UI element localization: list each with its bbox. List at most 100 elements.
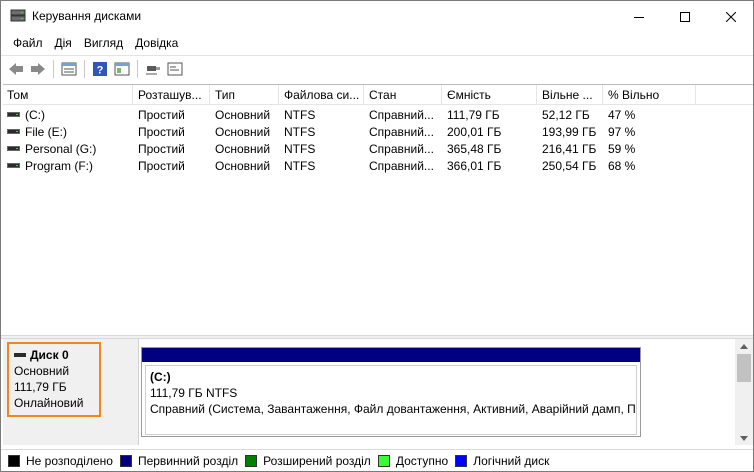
cell-percent-free: 47 % bbox=[608, 108, 636, 122]
partition-type-bar bbox=[142, 348, 640, 362]
legend-swatch bbox=[245, 454, 258, 467]
partition-details: (C:) 111,79 ГБ NTFS Справний (Система, З… bbox=[145, 365, 637, 435]
cell-volume: (C:) bbox=[3, 107, 133, 124]
close-icon bbox=[726, 11, 736, 22]
volume-name: Personal (G:) bbox=[25, 142, 97, 156]
legend-bar: Не розподілено Первинний розділ Розширен… bbox=[1, 449, 753, 471]
legend-swatch bbox=[119, 454, 132, 467]
console-button[interactable] bbox=[164, 58, 186, 80]
volume-list: Том Розташув... Тип Файлова си... Стан Є… bbox=[3, 84, 753, 334]
title-bar: Керування дисками bbox=[1, 1, 753, 32]
cell-capacity: 111,79 ГБ bbox=[447, 108, 500, 122]
forward-button[interactable] bbox=[27, 58, 49, 80]
cell-status: Справний... bbox=[369, 159, 434, 173]
column-header-type[interactable]: Тип bbox=[211, 85, 279, 105]
view-button[interactable] bbox=[111, 58, 133, 80]
chevron-up-icon bbox=[740, 343, 748, 349]
back-icon bbox=[9, 62, 23, 75]
connect-button[interactable] bbox=[142, 58, 164, 80]
toolbar-separator bbox=[137, 59, 138, 78]
cell-type: Основний bbox=[215, 142, 271, 156]
column-header-volume[interactable]: Том bbox=[3, 85, 133, 105]
column-header-percent-free[interactable]: % Вільно bbox=[604, 85, 696, 105]
volume-list-header: Том Розташув... Тип Файлова си... Стан Є… bbox=[3, 85, 753, 105]
cell-percent-free: 97 % bbox=[608, 125, 636, 139]
cell-file-system: NTFS bbox=[284, 159, 316, 173]
cell-free-space: 193,99 ГБ bbox=[542, 125, 597, 139]
column-header-layout[interactable]: Розташув... bbox=[134, 85, 210, 105]
minimize-icon bbox=[634, 16, 644, 18]
disk-size: 111,79 ГБ bbox=[14, 380, 67, 394]
menu-bar: Файл Дія Вигляд Довідка bbox=[1, 32, 753, 54]
menu-view[interactable]: Вигляд bbox=[78, 33, 129, 53]
scroll-down-button[interactable] bbox=[735, 431, 753, 445]
volume-name: File (E:) bbox=[25, 125, 67, 139]
cell-layout: Простий bbox=[138, 108, 185, 122]
legend-item-free: Доступно bbox=[377, 453, 449, 468]
partition-block[interactable]: (C:) 111,79 ГБ NTFS Справний (Система, З… bbox=[141, 347, 641, 437]
close-button[interactable] bbox=[708, 1, 753, 32]
column-header-file-system[interactable]: Файлова си... bbox=[280, 85, 364, 105]
legend-label: Логічний диск bbox=[473, 453, 550, 468]
legend-item-unallocated: Не розподілено bbox=[8, 454, 113, 468]
legend-item-logical: Логічний диск bbox=[455, 454, 549, 468]
back-button[interactable] bbox=[5, 58, 27, 80]
cell-layout: Простий bbox=[138, 142, 185, 156]
legend-label: Доступно bbox=[395, 453, 449, 468]
vertical-scrollbar[interactable] bbox=[735, 339, 753, 445]
toolbar-separator bbox=[53, 59, 54, 78]
legend-item-primary: Первинний розділ bbox=[119, 453, 239, 468]
help-button[interactable]: ? bbox=[89, 58, 111, 80]
cell-volume: File (E:) bbox=[3, 124, 133, 141]
cell-capacity: 200,01 ГБ bbox=[447, 125, 502, 139]
cell-type: Основний bbox=[215, 108, 271, 122]
legend-label: Не розподілено bbox=[26, 453, 113, 468]
legend-swatch bbox=[455, 454, 468, 467]
cell-volume: Program (F:) bbox=[3, 158, 133, 175]
minimize-button[interactable] bbox=[616, 1, 662, 32]
cell-type: Основний bbox=[215, 125, 271, 139]
cell-percent-free: 59 % bbox=[608, 142, 636, 156]
chevron-down-icon bbox=[740, 435, 748, 441]
cell-layout: Простий bbox=[138, 159, 185, 173]
volume-row[interactable]: Program (F:) Простий Основний NTFS Справ… bbox=[3, 158, 753, 175]
disk-info-panel[interactable]: Диск 0 Основний 111,79 ГБ Онлайновий bbox=[3, 339, 139, 445]
disk-name: Диск 0 bbox=[30, 348, 69, 362]
maximize-icon bbox=[680, 11, 690, 22]
volume-row[interactable]: Personal (G:) Простий Основний NTFS Спра… bbox=[3, 141, 753, 158]
drive-icon bbox=[7, 129, 20, 135]
partition-name: (C:) bbox=[150, 370, 171, 384]
column-header-status[interactable]: Стан bbox=[365, 85, 442, 105]
menu-action[interactable]: Дія bbox=[49, 33, 78, 53]
maximize-button[interactable] bbox=[662, 1, 708, 32]
legend-swatch bbox=[377, 454, 390, 467]
cell-percent-free: 68 % bbox=[608, 159, 636, 173]
disk-management-window: Керування дисками Файл Дія Вигляд Довідк… bbox=[0, 0, 754, 472]
cell-free-space: 52,12 ГБ bbox=[542, 108, 590, 122]
partition-size-fs: 111,79 ГБ NTFS bbox=[150, 386, 238, 400]
cell-free-space: 216,41 ГБ bbox=[542, 142, 597, 156]
properties-icon bbox=[61, 62, 77, 75]
disk-title: Диск 0 bbox=[14, 347, 99, 363]
properties-button[interactable] bbox=[58, 58, 80, 80]
volume-row[interactable]: (C:) Простий Основний NTFS Справний... 1… bbox=[3, 107, 753, 124]
menu-file[interactable]: Файл bbox=[7, 33, 49, 53]
disk-graphical-view: Диск 0 Основний 111,79 ГБ Онлайновий (C:… bbox=[3, 339, 735, 445]
disk-drive-icon bbox=[14, 352, 26, 357]
column-header-free-space[interactable]: Вільне ... bbox=[538, 85, 603, 105]
legend-swatch bbox=[8, 454, 20, 467]
console-icon bbox=[167, 62, 183, 75]
legend-label: Первинний розділ bbox=[137, 453, 239, 468]
forward-icon bbox=[31, 62, 45, 75]
drive-icon bbox=[7, 146, 20, 152]
column-header-capacity[interactable]: Ємність bbox=[443, 85, 537, 105]
menu-help[interactable]: Довідка bbox=[129, 33, 184, 53]
partition-status: Справний (Система, Завантаження, Файл до… bbox=[150, 402, 636, 416]
scrollbar-thumb[interactable] bbox=[737, 354, 751, 382]
scroll-up-button[interactable] bbox=[735, 339, 753, 353]
volume-name: Program (F:) bbox=[25, 159, 94, 173]
volume-name: (C:) bbox=[25, 108, 45, 122]
volume-row[interactable]: File (E:) Простий Основний NTFS Справний… bbox=[3, 124, 753, 141]
cell-status: Справний... bbox=[369, 142, 434, 156]
legend-item-extended: Розширений розділ bbox=[245, 454, 371, 468]
